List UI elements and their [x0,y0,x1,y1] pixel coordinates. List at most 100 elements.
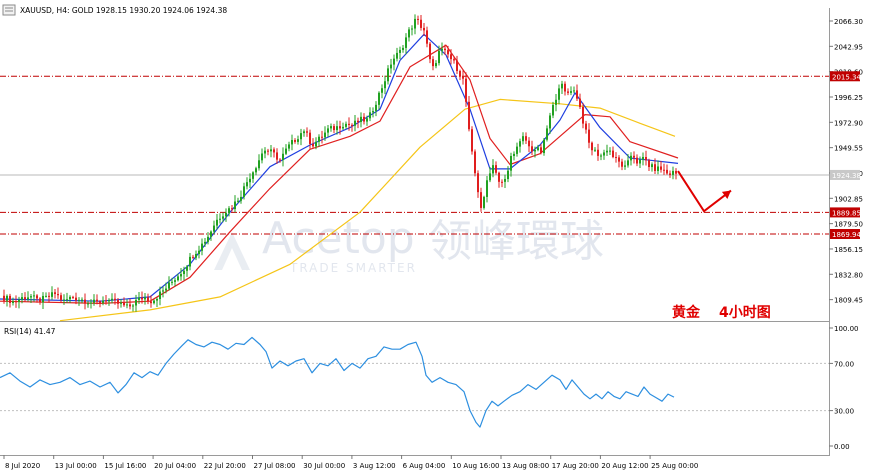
time-tick-label: 8 Jul 2020 [5,462,40,470]
candle-body [96,299,98,302]
candle-body [420,19,422,28]
watermark-tagline: TRADE SMARTER [289,261,417,275]
candle-body [9,295,11,304]
candle-body [273,149,275,153]
candle-body [228,208,230,213]
time-tick-label: 22 Jul 20:00 [204,462,246,470]
candle-body [195,253,197,258]
candle-body [252,172,254,179]
candle-body [207,236,209,242]
candle-body [546,128,548,140]
candle-body [90,302,92,304]
candle-body [174,280,176,282]
candle-body [672,170,674,175]
candle-body [531,146,533,152]
candle-body [156,298,158,301]
candle-body [414,18,416,29]
candle-body [603,152,605,156]
candle-body [198,250,200,254]
candle-body [648,160,650,168]
candle-body [186,266,188,271]
time-tick-label: 10 Aug 16:00 [452,462,499,470]
time-tick-label: 6 Aug 04:00 [403,462,446,470]
candle-body [498,172,500,182]
candle-body [30,296,32,298]
candle-body [147,297,149,302]
level-price-label: 2015.34 [832,73,861,81]
candle-body [108,300,110,302]
candle-body [342,126,344,129]
candle-body [417,18,419,20]
candle-body [435,63,437,67]
candle-body [507,170,509,180]
candle-body [642,156,644,160]
candle-body [78,299,80,301]
candle-body [447,50,449,55]
candle-body [360,116,362,123]
price-tick-label: 1809.45 [834,297,863,305]
candle-body [81,299,83,301]
candle-body [474,151,476,174]
candle-body [339,126,341,129]
candle-body [597,149,599,156]
candle-body [588,129,590,143]
candle-body [615,157,617,159]
symbol-menu-icon[interactable] [2,4,16,16]
candle-body [528,140,530,147]
candle-body [318,136,320,142]
candle-body [636,157,638,164]
candle-body [495,165,497,173]
rsi-title: RSI(14) 41.47 [4,327,56,336]
candle-body [69,296,71,300]
candle-body [168,282,170,289]
candle-body [594,149,596,151]
candle-body [489,173,491,181]
candle-body [378,92,380,105]
candle-body [105,300,107,302]
candle-body [21,297,23,300]
candle-body [306,131,308,133]
candle-body [3,295,5,301]
candle-body [372,111,374,113]
candle-body [558,88,560,100]
candle-body [366,118,368,122]
time-tick-label: 13 Aug 08:00 [502,462,549,470]
candle-body [141,297,143,300]
candle-body [138,297,140,300]
candle-body [675,170,677,174]
candle-body [123,302,125,306]
candle-body [408,29,410,38]
candle-body [276,152,278,160]
candle-body [126,304,128,306]
candle-body [180,274,182,277]
candle-body [294,140,296,142]
candle-body [210,231,212,237]
time-tick-label: 13 Jul 00:00 [55,462,97,470]
candle-body [204,241,206,244]
candle-body [438,50,440,64]
candle-body [336,126,338,131]
candle-body [429,43,431,60]
candle-body [312,143,314,147]
candle-body [606,150,608,153]
chart-canvas: Acetop 领峰環球 TRADE SMARTER 2066.30 2042.95… [0,0,870,476]
candle-body [540,147,542,154]
candle-body [432,59,434,67]
candle-body [522,136,524,142]
candle-body [240,196,242,201]
candle-body [576,90,578,99]
candle-body [27,297,29,300]
candle-body [264,150,266,154]
candle-body [582,106,584,124]
candle-body [399,49,401,53]
candle-body [393,58,395,65]
candle-body [663,169,665,171]
candle-body [120,302,122,304]
candle-body [504,179,506,182]
candle-body [555,99,557,105]
candle-body [6,295,8,301]
price-tick-label: 2042.95 [834,43,863,51]
candle-body [654,164,656,172]
candle-body [18,299,20,303]
candle-body [63,299,65,301]
